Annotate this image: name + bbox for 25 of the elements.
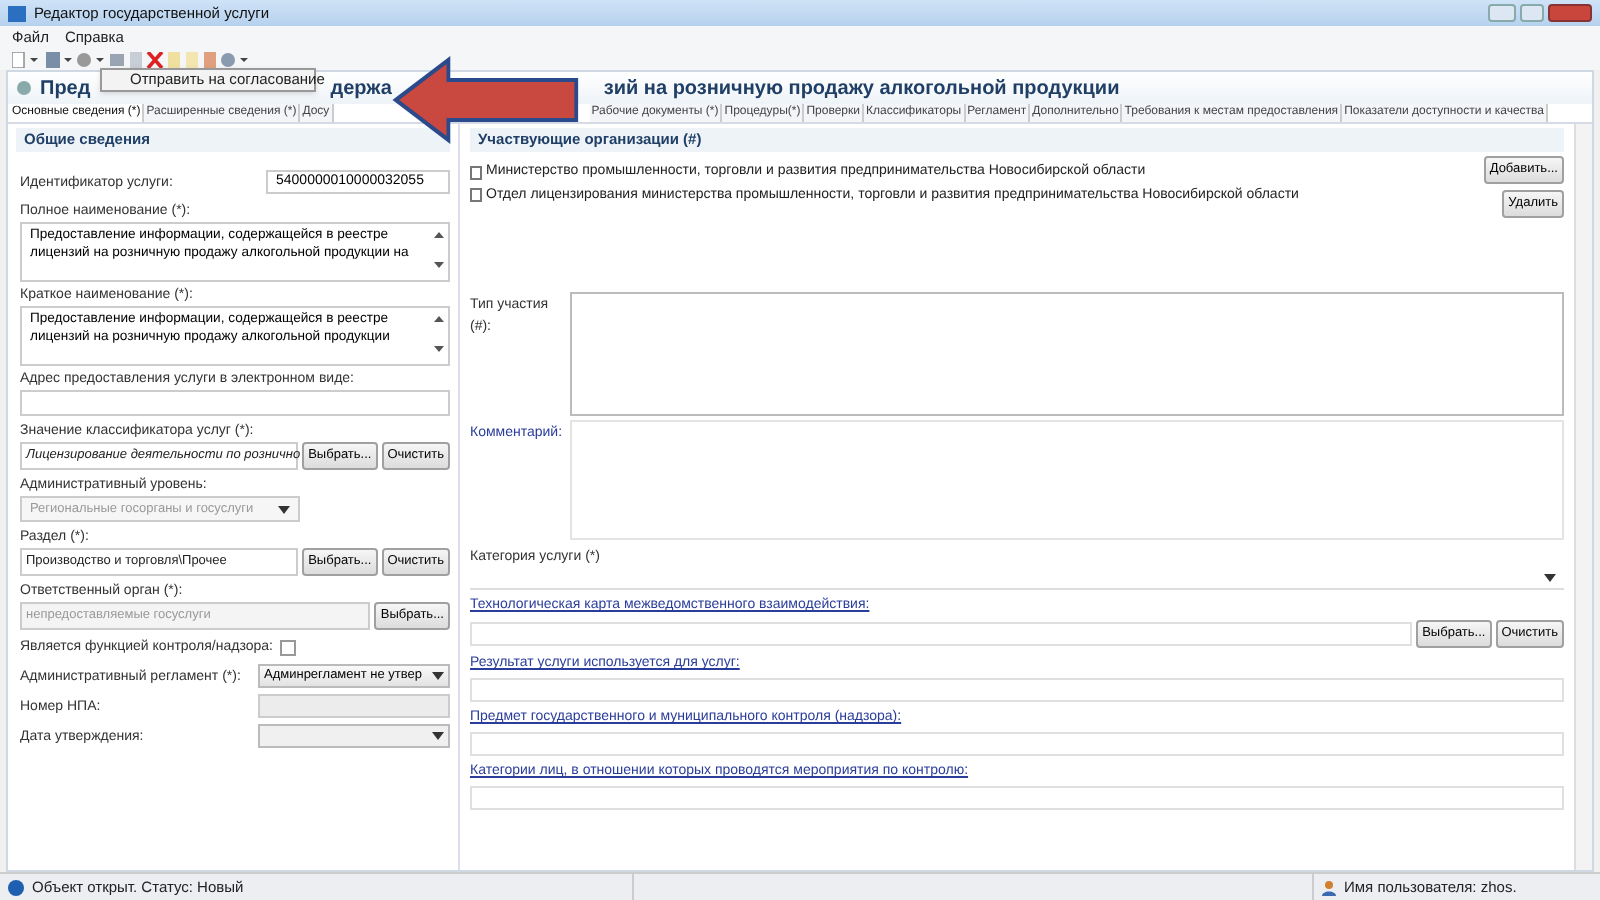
maximize-button[interactable]: [1520, 4, 1544, 22]
user-icon: [1322, 879, 1336, 895]
scrollbar[interactable]: [1574, 124, 1592, 870]
document-title: Пред: [40, 75, 91, 103]
caret-icon: [432, 732, 444, 740]
scrollbar-icon: [434, 314, 444, 354]
text-area[interactable]: [570, 292, 1564, 416]
info-icon: [8, 879, 24, 895]
dropdown[interactable]: [470, 568, 1564, 590]
scrollbar-icon: [434, 230, 444, 270]
caret-icon: [432, 672, 444, 680]
close-button[interactable]: [1548, 4, 1592, 22]
caret-icon: [278, 505, 290, 513]
document-title: держа: [330, 75, 392, 103]
toolbar-icons-drawing[interactable]: [12, 51, 252, 67]
window-icon: [8, 5, 26, 21]
caret-icon: [1544, 574, 1556, 582]
checkbox[interactable]: [280, 639, 297, 655]
input-field[interactable]: [470, 678, 1564, 702]
document-title: зий на розничную продажу алкогольной продукции: [603, 75, 1120, 103]
input-field[interactable]: [20, 390, 450, 416]
input-field[interactable]: [470, 622, 1413, 646]
input-field[interactable]: [470, 732, 1564, 756]
input-field[interactable]: [470, 786, 1564, 810]
minimize-button[interactable]: [1488, 4, 1516, 22]
